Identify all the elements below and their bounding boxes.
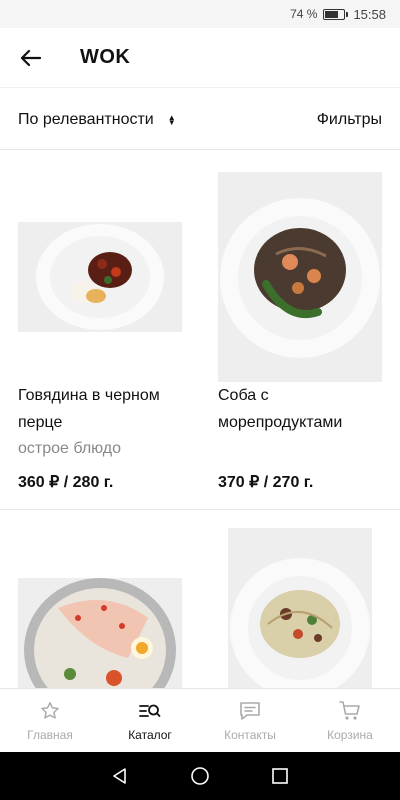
nav-item-catalog[interactable]: Каталог: [100, 689, 200, 752]
status-time: 15:58: [353, 6, 386, 22]
nav-label: Корзина: [327, 727, 373, 742]
status-bar: 74 % 15:58: [0, 0, 400, 28]
product-card[interactable]: [200, 510, 400, 710]
product-price: 360 ₽ / 280 г.: [18, 474, 114, 491]
sort-arrows-icon: ▲ ▼: [167, 112, 176, 127]
system-back-icon[interactable]: [110, 766, 130, 786]
nav-label: Каталог: [128, 727, 172, 742]
sort-dropdown[interactable]: По релевантности ▲ ▼: [18, 111, 176, 129]
bottom-navigation: Главная Каталог Контакты Корзина: [0, 688, 400, 752]
product-card[interactable]: Соба с морепродуктами 370 ₽ / 270 г.: [200, 150, 400, 510]
star-icon: [41, 701, 59, 719]
product-image: [18, 578, 182, 698]
nav-item-home[interactable]: Главная: [0, 689, 100, 752]
back-button[interactable]: [0, 28, 60, 88]
battery-icon: [323, 8, 349, 20]
product-image: [228, 528, 372, 698]
product-title: Соба с морепродуктами: [218, 387, 343, 431]
product-row: [0, 510, 400, 710]
sort-bar: По релевантности ▲ ▼ Фильтры: [0, 90, 400, 150]
catalog-icon: [139, 704, 161, 717]
system-navigation-bar: [0, 752, 400, 800]
product-title: Говядина в черном перце: [18, 387, 160, 431]
system-home-icon[interactable]: [190, 766, 210, 786]
nav-item-cart[interactable]: Корзина: [300, 689, 400, 752]
battery-percent: 74 %: [290, 7, 318, 21]
arrow-back-icon: [20, 49, 41, 66]
nav-item-contacts[interactable]: Контакты: [200, 689, 300, 752]
cart-icon: [339, 700, 360, 720]
product-image: [218, 172, 382, 382]
nav-label: Контакты: [224, 727, 276, 742]
product-image: [18, 222, 182, 332]
system-recents-icon[interactable]: [270, 766, 290, 786]
chat-icon: [240, 701, 260, 720]
product-row: Говядина в черном перце острое блюдо 360…: [0, 150, 400, 510]
product-card[interactable]: Говядина в черном перце острое блюдо 360…: [0, 150, 200, 510]
sort-label: По релевантности: [18, 110, 154, 128]
filters-button[interactable]: Фильтры: [317, 111, 382, 129]
page-title: WOK: [80, 46, 131, 68]
app-bar: WOK: [0, 28, 400, 88]
product-price: 370 ₽ / 270 г.: [218, 474, 314, 491]
product-subtitle: острое блюдо: [18, 440, 122, 457]
product-card[interactable]: [0, 510, 200, 710]
nav-label: Главная: [27, 727, 73, 742]
